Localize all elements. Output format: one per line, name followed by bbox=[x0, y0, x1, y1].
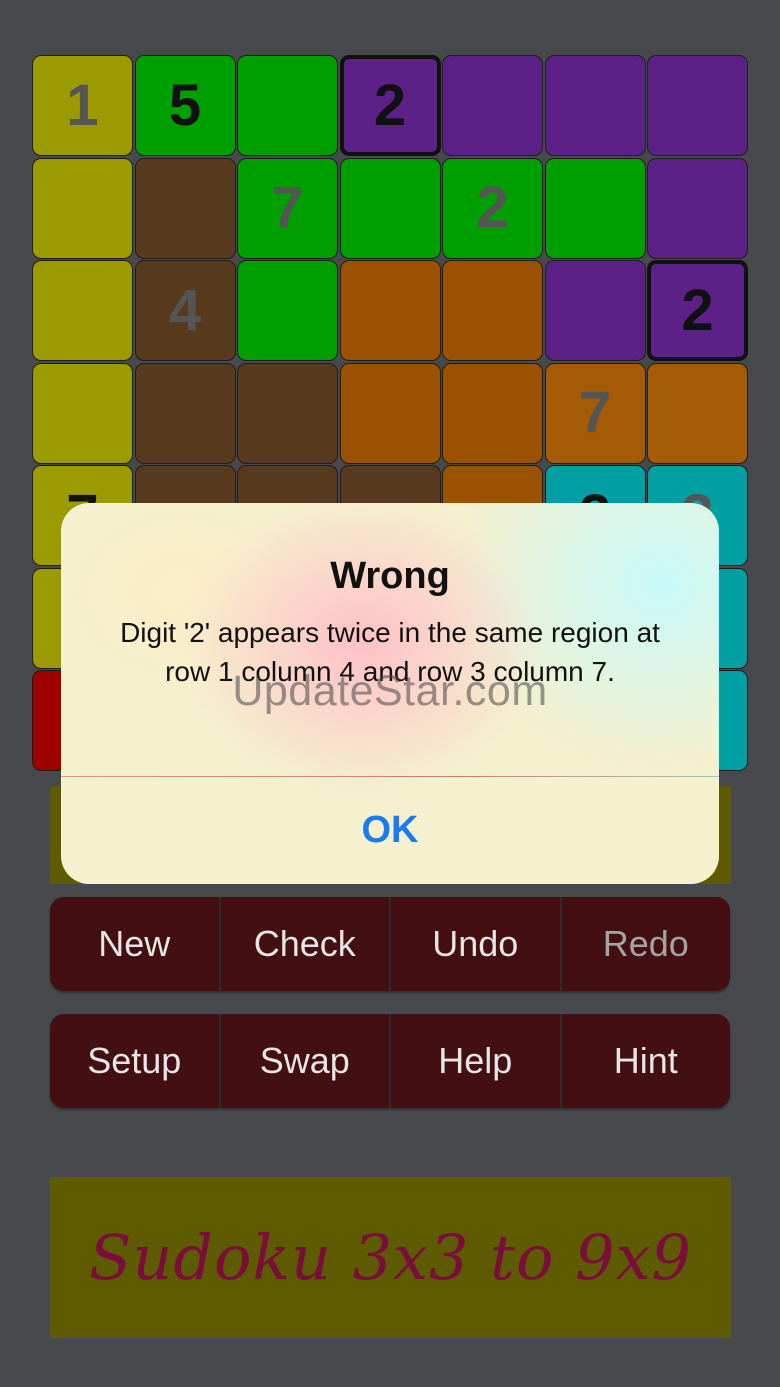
grid-cell-r4-c4[interactable] bbox=[339, 362, 441, 464]
app-screen: 15272427723 NewCheckUndoRedo SetupSwapHe… bbox=[0, 0, 780, 1387]
grid-cell-r3-c4[interactable] bbox=[339, 260, 441, 361]
grid-cell-r4-c5[interactable] bbox=[442, 362, 543, 464]
grid-cell-r3-c1[interactable] bbox=[32, 260, 133, 361]
control-row-2: Setup Swap Help Hint bbox=[50, 1014, 730, 1108]
hint-button[interactable]: Hint bbox=[561, 1014, 730, 1108]
undo-button[interactable]: Undo bbox=[391, 897, 562, 991]
grid-cell-r3-c7[interactable]: 2 bbox=[647, 260, 748, 361]
control-row-1: New Check Undo Redo bbox=[50, 897, 730, 991]
check-button[interactable]: Check bbox=[220, 897, 391, 991]
grid-cell-r4-c6[interactable]: 7 bbox=[544, 362, 646, 464]
cell-digit: 1 bbox=[66, 72, 99, 138]
grid-cell-r4-c1[interactable] bbox=[32, 362, 133, 464]
grid-cell-r2-c2[interactable] bbox=[134, 157, 236, 259]
help-button[interactable]: Help bbox=[391, 1014, 562, 1108]
app-banner: Sudoku 3x3 to 9x9 bbox=[50, 1177, 731, 1338]
cell-digit: 4 bbox=[168, 277, 202, 343]
grid-cell-r2-c3[interactable]: 7 bbox=[237, 157, 338, 259]
cell-digit: 2 bbox=[476, 175, 509, 240]
grid-cell-r2-c7[interactable] bbox=[647, 157, 748, 259]
grid-cell-r3-c5[interactable] bbox=[442, 260, 543, 361]
grid-cell-r1-c4[interactable]: 2 bbox=[339, 55, 441, 156]
grid-cell-r1-c2[interactable]: 5 bbox=[134, 55, 236, 156]
setup-button[interactable]: Setup bbox=[50, 1014, 221, 1108]
grid-cell-r1-c1[interactable]: 1 bbox=[32, 55, 133, 156]
cell-digit: 7 bbox=[578, 380, 612, 445]
new-button[interactable]: New bbox=[50, 897, 221, 991]
cell-digit: 5 bbox=[168, 72, 202, 138]
grid-cell-r2-c5[interactable]: 2 bbox=[442, 157, 543, 259]
grid-cell-r1-c3[interactable] bbox=[237, 55, 338, 156]
grid-cell-r4-c7[interactable] bbox=[647, 362, 748, 464]
grid-cell-r2-c6[interactable] bbox=[544, 157, 646, 259]
swap-button[interactable]: Swap bbox=[220, 1014, 391, 1108]
grid-cell-r2-c1[interactable] bbox=[32, 157, 133, 259]
grid-cell-r2-c4[interactable] bbox=[339, 157, 441, 259]
grid-cell-r1-c7[interactable] bbox=[647, 55, 748, 156]
grid-cell-r3-c6[interactable] bbox=[544, 260, 646, 361]
cell-digit: 7 bbox=[271, 175, 304, 240]
redo-button[interactable]: Redo bbox=[561, 897, 730, 991]
cell-digit: 2 bbox=[373, 72, 407, 138]
grid-cell-r3-c3[interactable] bbox=[237, 260, 338, 361]
grid-cell-r3-c2[interactable]: 4 bbox=[134, 260, 236, 361]
grid-cell-r1-c5[interactable] bbox=[442, 55, 543, 156]
cell-digit: 2 bbox=[681, 277, 714, 343]
banner-title: Sudoku 3x3 to 9x9 bbox=[88, 1221, 692, 1294]
grid-cell-r4-c3[interactable] bbox=[237, 362, 338, 464]
alert-ok-button[interactable]: OK bbox=[61, 777, 719, 884]
watermark-text: UpdateStar.com bbox=[232, 667, 548, 715]
alert-title: Wrong bbox=[330, 555, 450, 597]
grid-cell-r4-c2[interactable] bbox=[134, 362, 236, 464]
grid-cell-r1-c6[interactable] bbox=[544, 55, 646, 156]
